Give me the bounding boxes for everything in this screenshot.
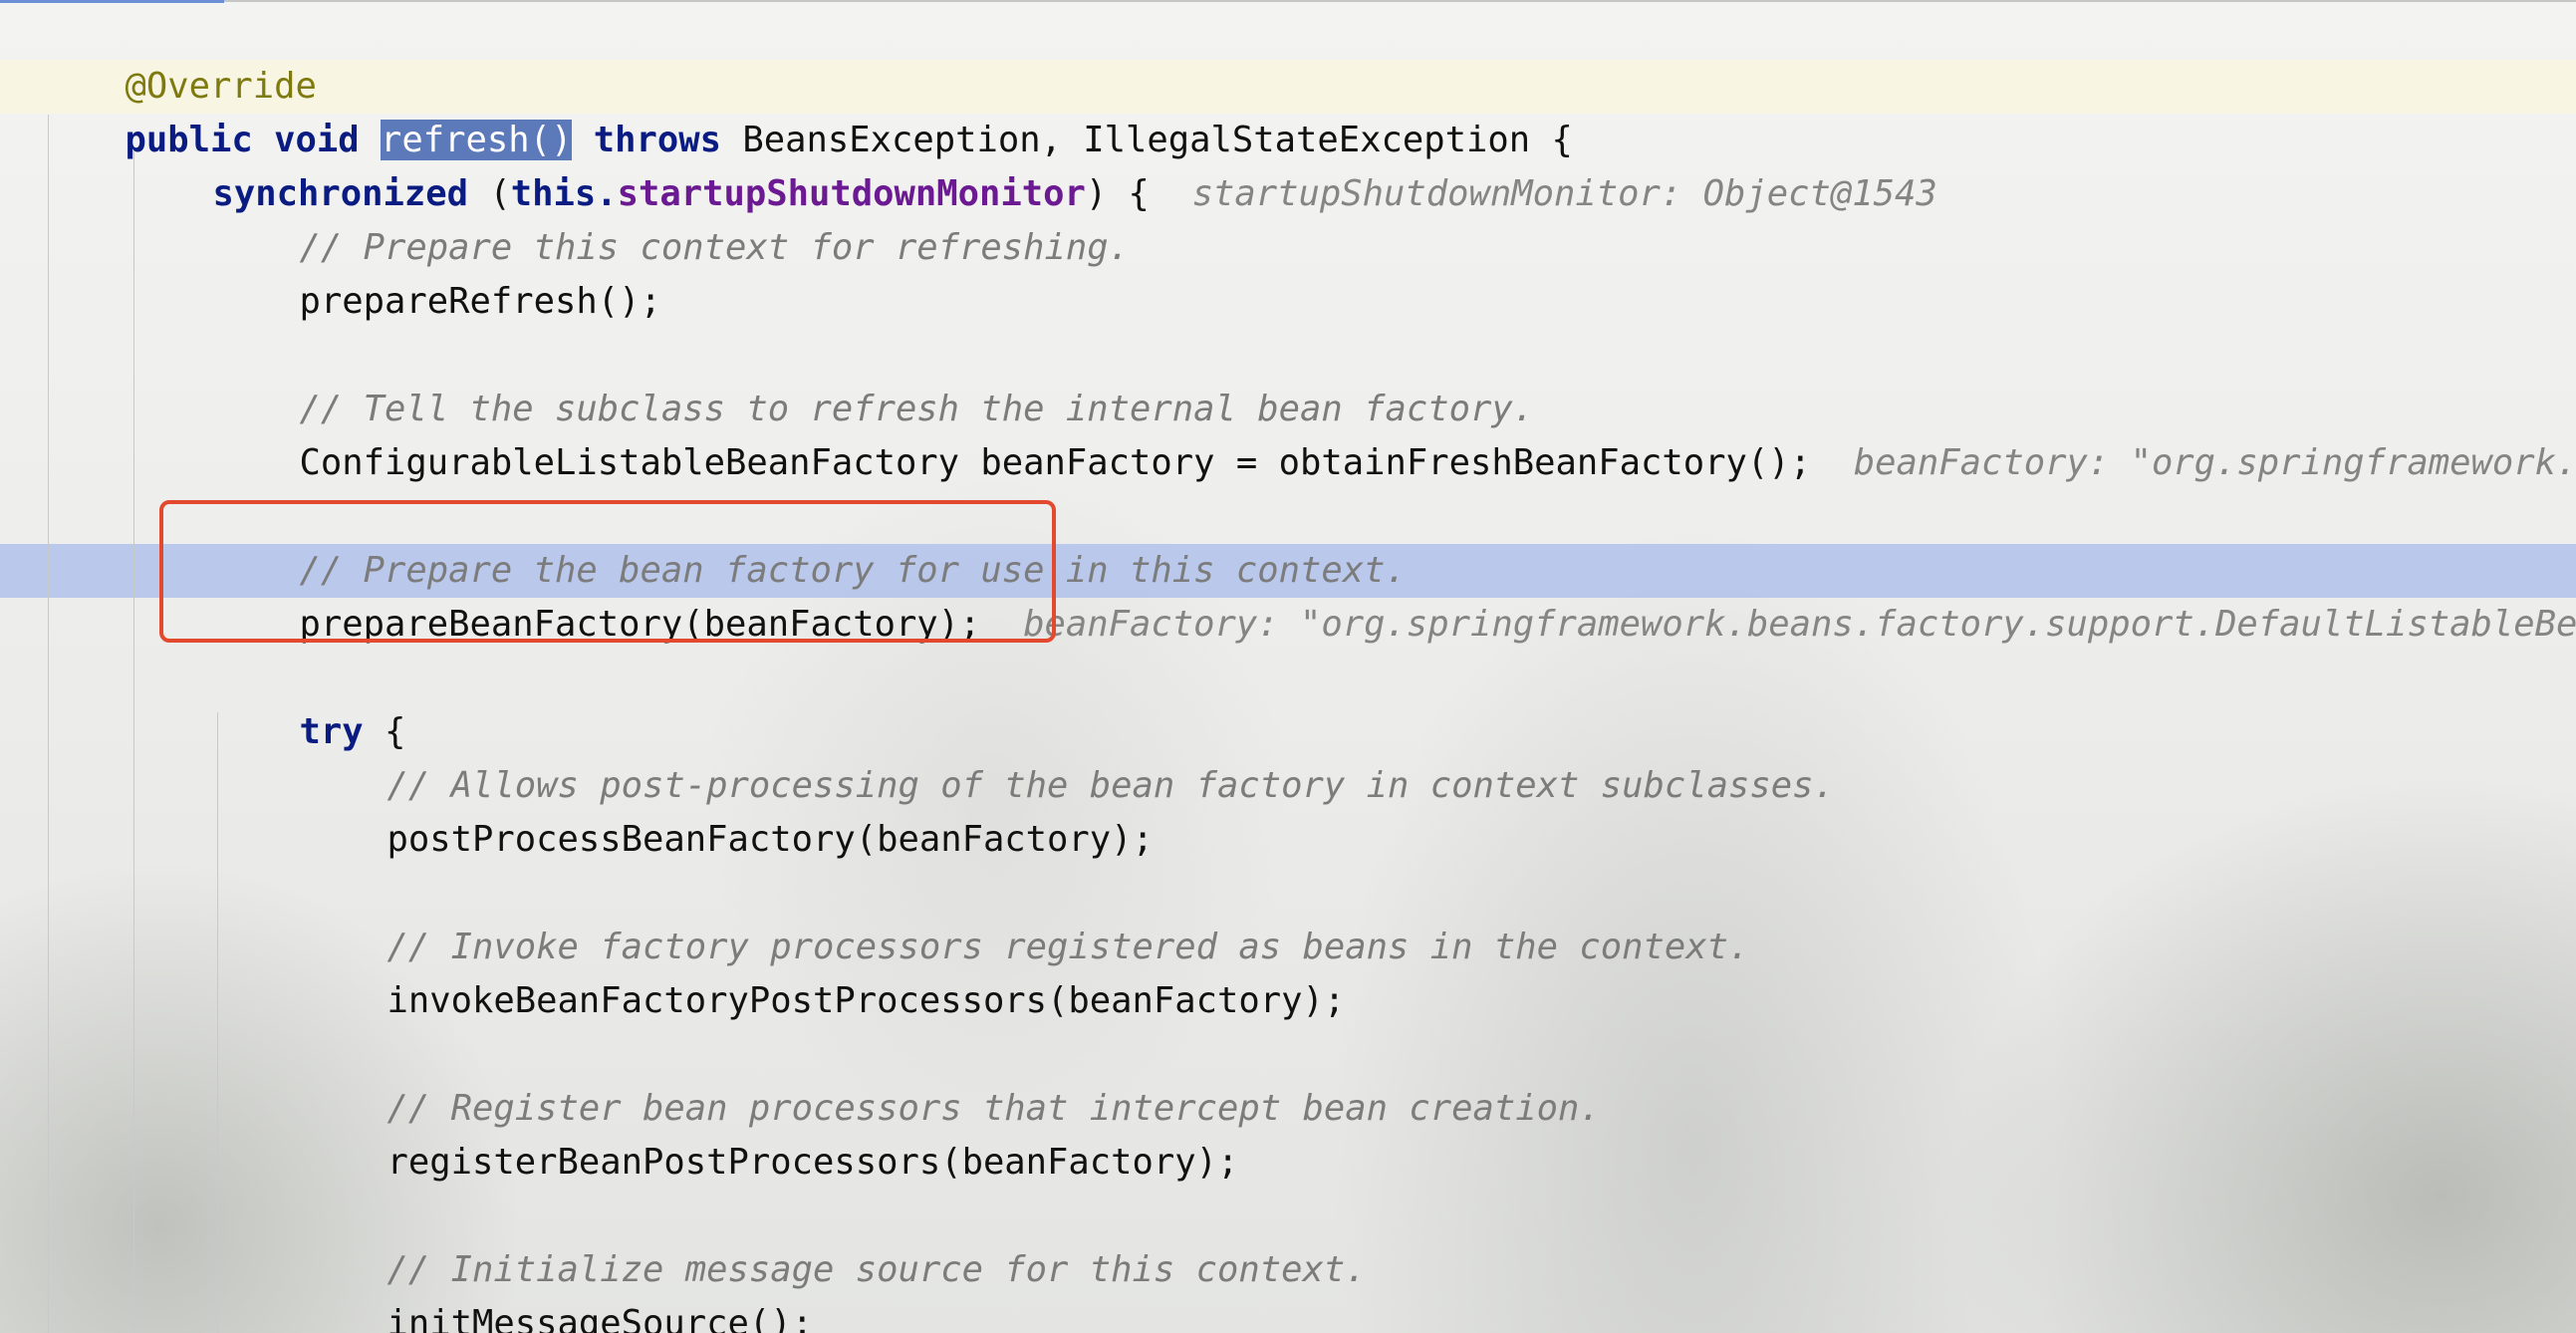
- code-line-7[interactable]: // Tell the subclass to refresh the inte…: [214, 329, 1535, 429]
- code-line-8[interactable]: ConfigurableListableBeanFactory beanFact…: [214, 383, 2576, 483]
- code-statement: initMessageSource();: [386, 1303, 813, 1333]
- code-line-5[interactable]: prepareRefresh();: [214, 221, 661, 322]
- indent-guide-method: [48, 115, 49, 1333]
- code-line-18[interactable]: invokeBeanFactoryPostProcessors(beanFact…: [302, 921, 1346, 1021]
- code-line-21[interactable]: registerBeanPostProcessors(beanFactory);: [302, 1082, 1239, 1183]
- inline-debug-value: beanFactory: "org.springframework.b: [1853, 442, 2576, 483]
- code-line-4[interactable]: // Prepare this context for refreshing.: [214, 167, 1131, 268]
- code-statement: prepareRefresh();: [299, 281, 661, 322]
- code-editor[interactable]: @Override public void refresh() throws B…: [0, 0, 2576, 1333]
- code-statement: postProcessBeanFactory(beanFactory);: [386, 819, 1154, 860]
- code-line-23[interactable]: // Initialize message source for this co…: [302, 1190, 1367, 1290]
- editor-top-border: [0, 0, 2576, 2]
- code-line-14[interactable]: // Allows post-processing of the bean fa…: [302, 705, 1835, 806]
- code-line-20[interactable]: // Register bean processors that interce…: [302, 1028, 1601, 1129]
- code-statement: registerBeanPostProcessors(beanFactory);: [386, 1142, 1239, 1183]
- code-line-1[interactable]: @Override: [40, 6, 317, 107]
- callout-highlight-box: [159, 500, 1056, 643]
- indent-guide-synchronized: [133, 147, 134, 1333]
- code-line-2[interactable]: public void refresh() throws BeansExcept…: [40, 60, 1573, 160]
- inline-debug-value: startupShutdownMonitor: Object@1543: [1191, 173, 1937, 214]
- code-line-13[interactable]: try {: [214, 652, 406, 752]
- code-line-17[interactable]: // Invoke factory processors registered …: [302, 867, 1750, 967]
- inline-debug-value: beanFactory: "org.springframework.beans.…: [1023, 604, 2576, 645]
- editor-tab-indicator: [0, 0, 224, 3]
- code-line-24[interactable]: initMessageSource();: [302, 1243, 813, 1333]
- code-statement: ConfigurableListableBeanFactory beanFact…: [299, 442, 1854, 483]
- code-statement: invokeBeanFactoryPostProcessors(beanFact…: [386, 980, 1346, 1021]
- code-line-3[interactable]: synchronized (this.startupShutdownMonito…: [128, 114, 1937, 214]
- code-line-15[interactable]: postProcessBeanFactory(beanFactory);: [302, 759, 1154, 860]
